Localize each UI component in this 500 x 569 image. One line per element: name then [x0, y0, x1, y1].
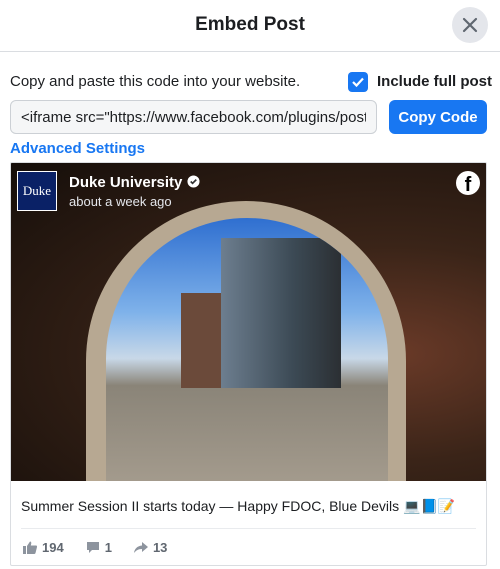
- divider: [21, 528, 476, 529]
- share-icon: [133, 542, 148, 553]
- likes-value: 194: [42, 540, 64, 555]
- post-caption: Summer Session II starts today — Happy F…: [21, 498, 456, 514]
- page-name[interactable]: Duke University: [69, 174, 200, 191]
- shares-value: 13: [152, 540, 168, 555]
- verified-badge-icon: [187, 174, 200, 188]
- page-logo[interactable]: Duke: [17, 171, 57, 211]
- copy-code-button[interactable]: Copy Code: [389, 100, 487, 134]
- facebook-logo-icon[interactable]: f: [456, 171, 480, 195]
- dialog-header: Embed Post: [0, 0, 500, 52]
- comments-count[interactable]: 1: [86, 540, 112, 555]
- shares-count[interactable]: 13: [133, 540, 168, 555]
- checkmark-icon: [352, 77, 364, 88]
- comments-value: 1: [104, 540, 112, 555]
- page-name-text[interactable]: Duke University: [69, 174, 182, 191]
- likes-count[interactable]: 194: [23, 540, 64, 555]
- embed-code-input[interactable]: [10, 100, 377, 134]
- instructions-text: Copy and paste this code into your websi…: [10, 73, 301, 90]
- close-icon: [462, 17, 478, 33]
- dialog-title: Embed Post: [195, 14, 305, 35]
- post-photo[interactable]: Duke Duke University about a week ago f: [11, 163, 486, 481]
- include-full-post-label[interactable]: Include full post: [377, 73, 492, 90]
- post-preview: Duke Duke University about a week ago f …: [10, 162, 487, 566]
- comment-icon: [86, 542, 99, 553]
- close-button[interactable]: [452, 7, 488, 43]
- like-icon: [23, 541, 37, 554]
- post-time[interactable]: about a week ago: [69, 194, 200, 209]
- include-full-post-checkbox[interactable]: [348, 72, 368, 92]
- advanced-settings-link[interactable]: Advanced Settings: [10, 140, 145, 157]
